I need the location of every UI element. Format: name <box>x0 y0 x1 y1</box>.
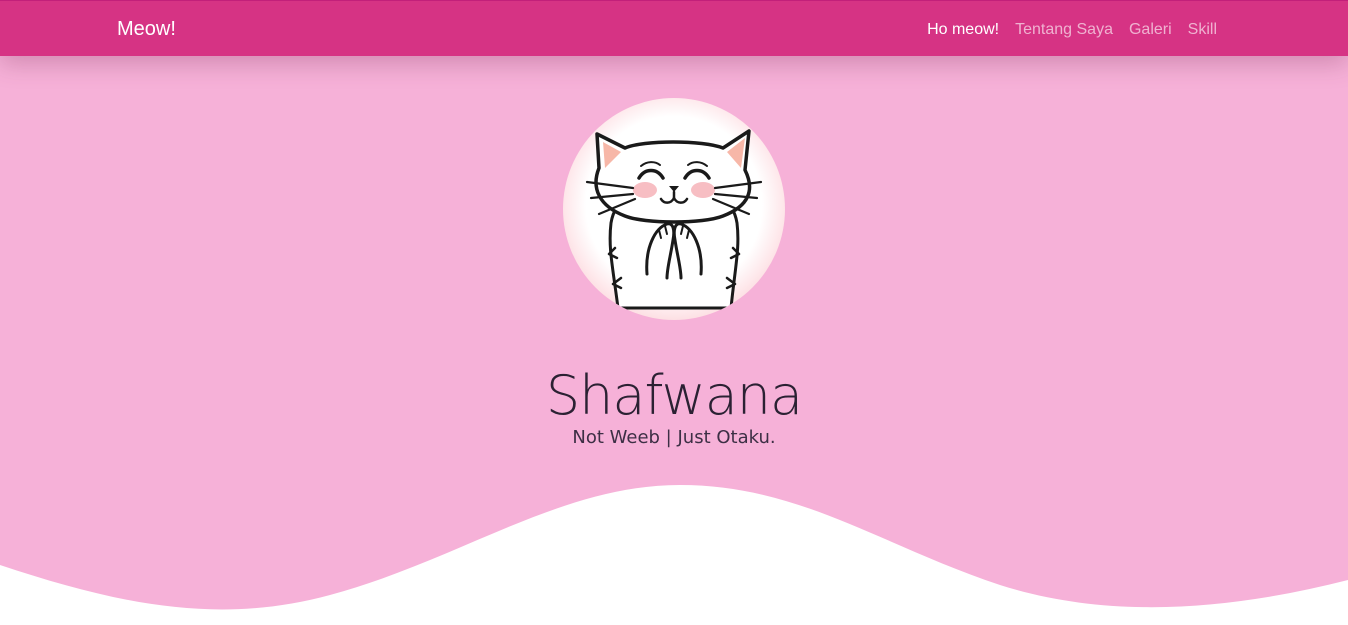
nav-link-skill[interactable]: Skill <box>1180 19 1225 41</box>
navbar: Meow! Ho meow! Tentang Saya Galeri Skill <box>0 0 1348 56</box>
nav-link-home[interactable]: Ho meow! <box>919 19 1007 41</box>
nav-link-about[interactable]: Tentang Saya <box>1007 19 1121 41</box>
hero-name: Shafwana <box>545 364 803 428</box>
hero-tagline: Not Weeb | Just Otaku. <box>572 427 776 448</box>
cat-avatar-icon <box>585 129 763 310</box>
nav-link-gallery[interactable]: Galeri <box>1121 19 1180 41</box>
hero-section: Shafwana Not Weeb | Just Otaku. <box>0 56 1348 625</box>
wave-divider <box>0 485 1348 625</box>
nav-links: Ho meow! Tentang Saya Galeri Skill <box>919 19 1225 41</box>
nav-item-skill: Skill <box>1180 19 1225 41</box>
brand-link[interactable]: Meow! <box>117 17 176 41</box>
nav-item-home: Ho meow! <box>919 19 1007 41</box>
nav-item-gallery: Galeri <box>1121 19 1180 41</box>
profile-avatar <box>563 98 785 320</box>
nav-item-about: Tentang Saya <box>1007 19 1121 41</box>
